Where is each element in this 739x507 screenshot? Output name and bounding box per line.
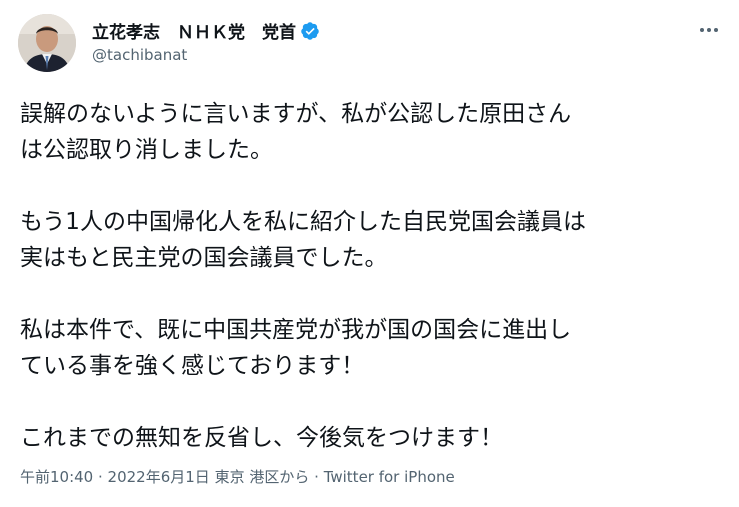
tweet-line: 私は本件で、既に中国共産党が我が国の国会に進出し xyxy=(20,317,572,343)
more-dots-icon[interactable] xyxy=(695,20,723,40)
tweet-time[interactable]: 午前10:40 xyxy=(20,468,93,486)
tweet-paragraph: これまでの無知を反省し、今後気をつけます！ xyxy=(20,420,726,456)
tweet-text: 誤解のないように言いますが、私が公認した原田さん は公認取り消しました。 もう1… xyxy=(20,96,726,456)
tweet-source[interactable]: Twitter for iPhone xyxy=(324,468,455,486)
tweet-meta: 午前10:40 · 2022年6月1日 東京 港区から · Twitter fo… xyxy=(20,466,455,487)
tweet-date[interactable]: 2022年6月1日 xyxy=(108,468,210,486)
tweet-line: は公認取り消しました。 xyxy=(20,137,273,163)
author-name-row: 立花孝志 ＮＨＫ党 党首 xyxy=(92,18,320,43)
tweet-line: 実はもと民主党の国会議員でした。 xyxy=(20,245,388,271)
meta-separator: · xyxy=(93,468,108,486)
tweet-paragraph: 私は本件で、既に中国共産党が我が国の国会に進出し ている事を強く感じております！ xyxy=(20,312,726,384)
author-display-name[interactable]: 立花孝志 ＮＨＫ党 党首 xyxy=(92,18,296,43)
tweet-paragraph: 誤解のないように言いますが、私が公認した原田さん は公認取り消しました。 xyxy=(20,96,726,168)
tweet-line: ている事を強く感じております！ xyxy=(20,353,365,379)
tweet-line: もう1人の中国帰化人を私に紹介した自民党国会議員は xyxy=(20,209,586,235)
tweet-line: 誤解のないように言いますが、私が公認した原田さん xyxy=(20,101,572,127)
tweet-line: これまでの無知を反省し、今後気をつけます！ xyxy=(20,425,503,451)
verified-badge-icon xyxy=(300,21,320,41)
author-handle[interactable]: @tachibanat xyxy=(92,46,187,64)
avatar[interactable] xyxy=(18,14,76,72)
tweet-location[interactable]: 東京 港区から xyxy=(215,468,310,486)
meta-separator: · xyxy=(309,468,324,486)
tweet-paragraph: もう1人の中国帰化人を私に紹介した自民党国会議員は 実はもと民主党の国会議員でし… xyxy=(20,204,726,276)
